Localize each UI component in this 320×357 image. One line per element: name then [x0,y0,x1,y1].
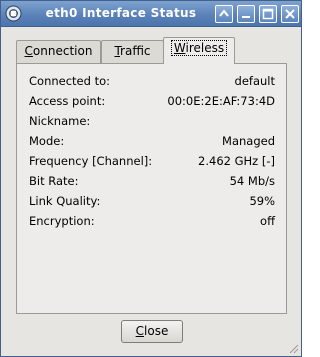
row-mode: Mode: Managed [29,133,275,149]
row-access-point: Access point: 00:0E:2E:AF:73:4D [29,93,275,109]
tab-mnemonic: C [24,44,33,58]
close-button[interactable]: Close [121,320,183,343]
field-value: 00:0E:2E:AF:73:4D [167,94,275,108]
row-bit-rate: Bit Rate: 54 Mb/s [29,173,275,189]
field-label: Encryption: [29,214,95,228]
title-bar[interactable]: eth0 Interface Status [1,1,301,27]
wireless-panel: Connected to: default Access point: 00:0… [16,63,287,314]
tab-label: raffic [120,44,151,58]
row-nickname: Nickname: [29,113,275,129]
tab-traffic[interactable]: Traffic [101,40,164,63]
row-link-quality: Link Quality: 59% [29,193,275,209]
button-mnemonic: C [135,324,145,338]
field-label: Link Quality: [29,194,101,208]
resize-grip-icon[interactable] [287,342,299,354]
close-window-button[interactable] [281,5,299,23]
maximize-button[interactable] [259,5,277,23]
field-label: Nickname: [29,114,91,128]
tab-connection[interactable]: Connection [16,40,101,63]
dialog-window: eth0 Interface Status Connection Traffic… [0,0,302,357]
field-label: Bit Rate: [29,174,79,188]
tab-label: onnection [32,44,93,58]
field-label: Frequency [Channel]: [29,154,153,168]
field-label: Mode: [29,134,65,148]
tab-container: Connection Traffic Wireless Connected to… [1,27,301,357]
help-icon [219,9,229,17]
button-label: lose [144,324,169,338]
tab-wireless[interactable]: Wireless [163,37,235,64]
minimize-icon [242,16,250,18]
field-value: 59% [249,194,275,208]
field-label: Connected to: [29,74,110,88]
field-value: Managed [222,134,275,148]
close-icon [285,9,295,19]
row-frequency: Frequency [Channel]: 2.462 GHz [-] [29,153,275,169]
field-value: default [234,74,275,88]
minimize-button[interactable] [237,5,255,23]
field-value: 54 Mb/s [229,174,275,188]
field-label: Access point: [29,94,106,108]
window-title: eth0 Interface Status [45,6,197,20]
app-icon[interactable] [5,5,22,22]
help-button[interactable] [215,5,233,23]
tab-mnemonic: W [173,41,186,55]
tab-label: ireless [185,41,225,55]
row-encryption: Encryption: off [29,213,275,229]
maximize-icon [262,8,274,20]
field-value: off [260,214,275,228]
row-connected-to: Connected to: default [29,73,275,89]
field-value: 2.462 GHz [-] [198,154,275,168]
